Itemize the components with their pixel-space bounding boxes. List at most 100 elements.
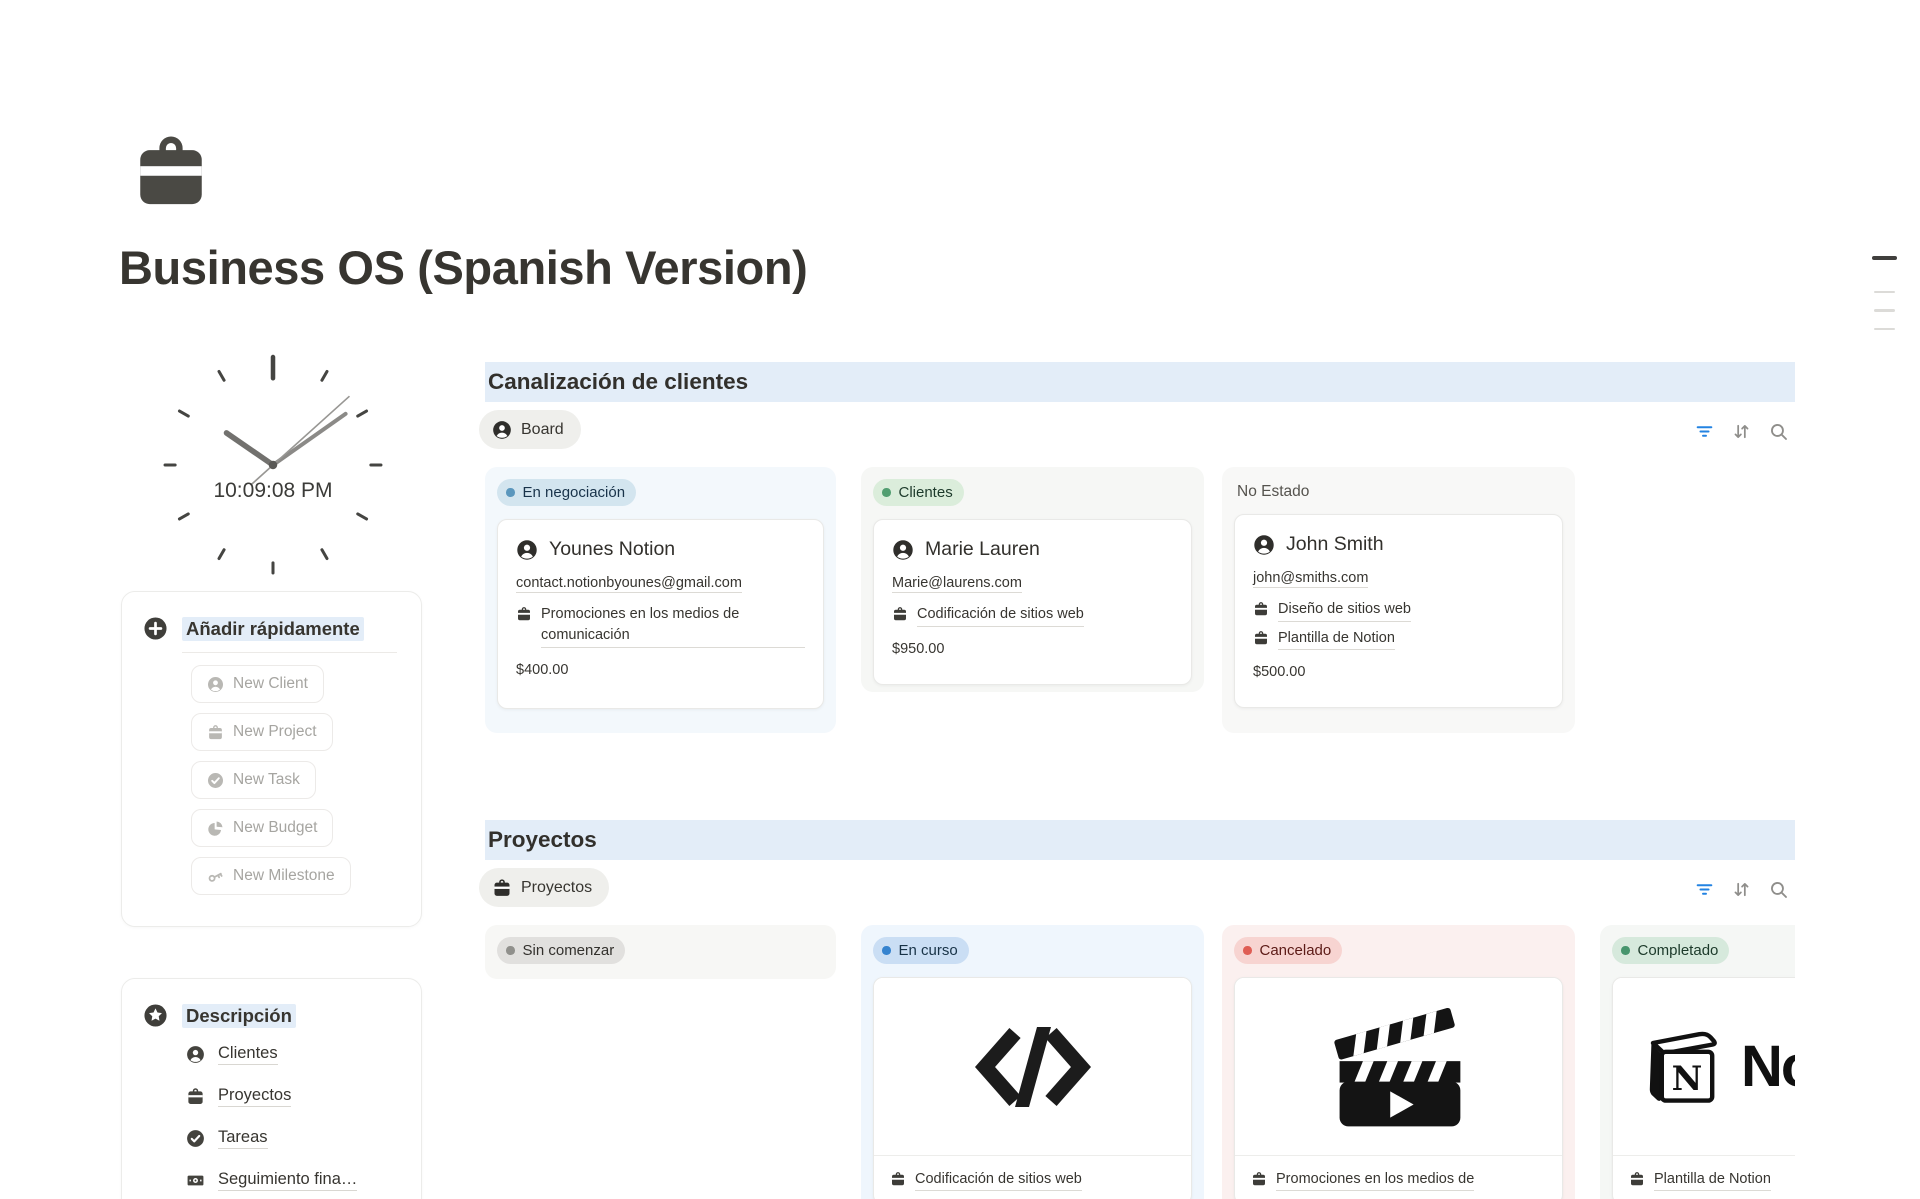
view-tab-label: Proyectos [521, 879, 592, 897]
link-label[interactable]: Clientes [218, 1044, 278, 1065]
status-badge-cancelado[interactable]: Cancelado [1234, 937, 1342, 964]
person-circle-icon [207, 676, 224, 693]
briefcase-icon [1253, 601, 1269, 617]
board-column-completado: Completado N Notion Plantilla de Notion [1600, 925, 1795, 1199]
board-column-en-negociacion: En negociación Younes Notion contact.not… [485, 467, 836, 733]
search-icon[interactable] [1768, 421, 1789, 442]
outline-line[interactable] [1874, 309, 1895, 312]
description-heading: Descripción [182, 1004, 296, 1028]
page-title[interactable]: Business OS (Spanish Version) [119, 240, 807, 295]
outline-line[interactable] [1874, 328, 1895, 331]
banknote-icon [186, 1171, 205, 1190]
project-link[interactable]: Plantilla de Notion [1654, 1169, 1771, 1191]
new-budget-button[interactable]: New Budget [191, 809, 333, 847]
status-label: Sin comenzar [523, 942, 615, 959]
check-circle-icon [186, 1129, 205, 1148]
section-header-proyectos: Proyectos [485, 820, 1795, 860]
status-label: Clientes [899, 484, 953, 501]
board-column-sin-comenzar: Sin comenzar [485, 925, 836, 979]
minute-hand [273, 414, 346, 465]
status-dot [506, 946, 515, 955]
page-briefcase-icon[interactable] [130, 131, 212, 213]
status-label-no-estado[interactable]: No Estado [1237, 483, 1309, 501]
link-label[interactable]: Seguimiento fina… [218, 1170, 357, 1191]
client-email-link[interactable]: contact.notionbyounes@gmail.com [516, 575, 742, 593]
status-label: En negociación [523, 484, 626, 501]
notion-page: Business OS (Spanish Version) [0, 0, 1920, 1199]
view-tab-proyectos[interactable]: Proyectos [479, 868, 609, 907]
project-link[interactable]: Promociones en los medios de comunicació… [541, 604, 805, 648]
card-cover-image: N Notion [1613, 978, 1795, 1155]
new-milestone-button[interactable]: New Milestone [191, 857, 351, 895]
sort-icon[interactable] [1731, 421, 1752, 442]
client-card-marie-lauren[interactable]: Marie Lauren Marie@laurens.com Codificac… [873, 519, 1192, 685]
star-circle-icon [143, 1003, 168, 1028]
status-label: Completado [1638, 942, 1719, 959]
project-link[interactable]: Promociones en los medios de [1276, 1169, 1474, 1191]
briefcase-icon [1629, 1171, 1645, 1187]
project-card-codificacion[interactable]: Codificación de sitios web [873, 977, 1192, 1199]
link-label[interactable]: Tareas [218, 1128, 268, 1149]
status-badge-clientes[interactable]: Clientes [873, 479, 964, 506]
button-label: New Milestone [233, 867, 335, 885]
status-dot [882, 946, 891, 955]
sidebar-link-clientes[interactable]: Clientes [186, 1044, 421, 1065]
project-link[interactable]: Codificación de sitios web [915, 1169, 1082, 1191]
client-email-link[interactable]: Marie@laurens.com [892, 575, 1022, 593]
new-task-button[interactable]: New Task [191, 761, 316, 799]
filter-icon[interactable] [1694, 421, 1715, 442]
outline-indicator[interactable] [1872, 256, 1898, 346]
client-card-john-smith[interactable]: John Smith john@smiths.com Diseño de sit… [1234, 514, 1563, 708]
clock-face-icon [160, 352, 386, 578]
project-link[interactable]: Diseño de sitios web [1278, 599, 1411, 622]
clock-digital-time: 10:09:08 PM [160, 479, 386, 503]
project-card-plantilla-notion[interactable]: N Notion Plantilla de Notion [1612, 977, 1795, 1199]
sidebar-link-tareas[interactable]: Tareas [186, 1128, 421, 1149]
filter-icon[interactable] [1694, 879, 1715, 900]
svg-text:N: N [1672, 1058, 1703, 1098]
client-amount: $400.00 [516, 662, 805, 678]
briefcase-icon [1253, 630, 1269, 646]
client-email-link[interactable]: john@smiths.com [1253, 570, 1368, 588]
status-badge-sin-comenzar[interactable]: Sin comenzar [497, 937, 625, 964]
outline-line[interactable] [1874, 291, 1895, 294]
status-badge-en-negociacion[interactable]: En negociación [497, 479, 636, 506]
board-toolbar [1694, 879, 1789, 900]
sidebar-link-proyectos[interactable]: Proyectos [186, 1086, 421, 1107]
status-dot [1243, 946, 1252, 955]
link-label[interactable]: Proyectos [218, 1086, 291, 1107]
client-card-younes-notion[interactable]: Younes Notion contact.notionbyounes@gmai… [497, 519, 824, 709]
sort-icon[interactable] [1731, 879, 1752, 900]
view-tab-board[interactable]: Board [479, 410, 581, 449]
client-amount: $950.00 [892, 641, 1173, 657]
project-link[interactable]: Codificación de sitios web [917, 604, 1084, 627]
status-label: En curso [899, 942, 958, 959]
client-name: Marie Lauren [925, 538, 1040, 561]
hour-hand [226, 433, 273, 465]
status-badge-en-curso[interactable]: En curso [873, 937, 969, 964]
view-tab-label: Board [521, 421, 564, 439]
status-badge-completado[interactable]: Completado [1612, 937, 1729, 964]
search-icon[interactable] [1768, 879, 1789, 900]
code-icon [972, 1017, 1094, 1117]
button-label: New Client [233, 675, 308, 693]
briefcase-icon [1251, 1171, 1267, 1187]
board-column-en-curso: En curso Codificación de sitios web [861, 925, 1204, 1199]
sidebar-link-seguimiento[interactable]: Seguimiento fina… [186, 1170, 421, 1191]
section-header-clientes: Canalización de clientes [485, 362, 1795, 402]
new-client-button[interactable]: New Client [191, 665, 324, 703]
project-link[interactable]: Plantilla de Notion [1278, 628, 1395, 651]
briefcase-icon [890, 1171, 906, 1187]
new-project-button[interactable]: New Project [191, 713, 333, 751]
person-circle-icon [516, 539, 538, 561]
person-circle-icon [892, 539, 914, 561]
button-label: New Task [233, 771, 300, 789]
clapperboard-icon [1324, 999, 1474, 1134]
briefcase-icon [892, 606, 908, 622]
card-cover-image [874, 978, 1191, 1155]
project-card-promociones[interactable]: Promociones en los medios de [1234, 977, 1563, 1199]
status-label: Cancelado [1260, 942, 1332, 959]
projects-board: Sin comenzar En curso [485, 925, 1795, 1199]
card-cover-image [1235, 978, 1562, 1155]
outline-line-active[interactable] [1872, 256, 1897, 260]
